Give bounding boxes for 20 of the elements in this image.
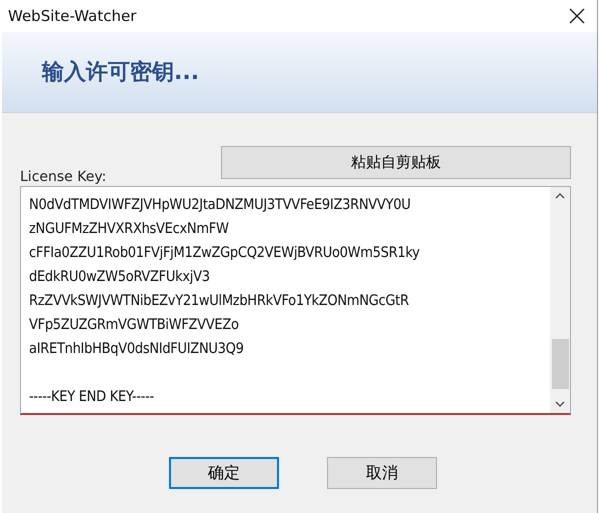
field-label: License Key: xyxy=(20,169,106,185)
close-icon[interactable] xyxy=(569,8,585,24)
key-text-line: VFp5ZUZGRmVGWTBiWFZVVEZo xyxy=(29,316,240,335)
scrollbar-thumb[interactable] xyxy=(552,339,568,389)
license-key-field[interactable] xyxy=(20,186,571,415)
ok-button[interactable]: 确定 xyxy=(169,457,279,489)
window-title: WebSite-Watcher xyxy=(8,7,136,25)
scrollbar[interactable] xyxy=(550,187,570,413)
key-text-line: N0dVdTMDVIWFZJVHpWU2JtaDNZMUJ3TVVFeE9IZ3RNVVY0U xyxy=(29,196,412,215)
scroll-up-icon[interactable] xyxy=(555,193,565,199)
paste-button[interactable]: 粘贴自剪贴板 xyxy=(221,146,571,179)
key-text-line: dEdkRU0wZW5oRVZFUkxjV3 xyxy=(29,268,211,287)
key-text-line: RzZVVkSWJVWTNibEZvY21wUlMzbHRkVFo1YkZONmNGcGtR xyxy=(29,292,410,311)
key-text-line: cFFIa0ZZU1Rob01FVjFjM1ZwZGpCQ2VEWjBVRUo0Wm5SR1ky xyxy=(29,244,421,263)
key-text-line: aIRETnhIbHBqV0dsNIdFUIZNU3Q9 xyxy=(29,340,245,359)
cancel-button[interactable]: 取消 xyxy=(327,457,437,489)
key-text-line: zNGUFMzZHVXRXhsVEcxNmFW xyxy=(29,220,230,239)
key-text-line: -----KEY END KEY----- xyxy=(29,388,155,407)
header-title: 输入许可密钥... xyxy=(42,58,200,87)
scroll-down-icon[interactable] xyxy=(555,401,565,407)
